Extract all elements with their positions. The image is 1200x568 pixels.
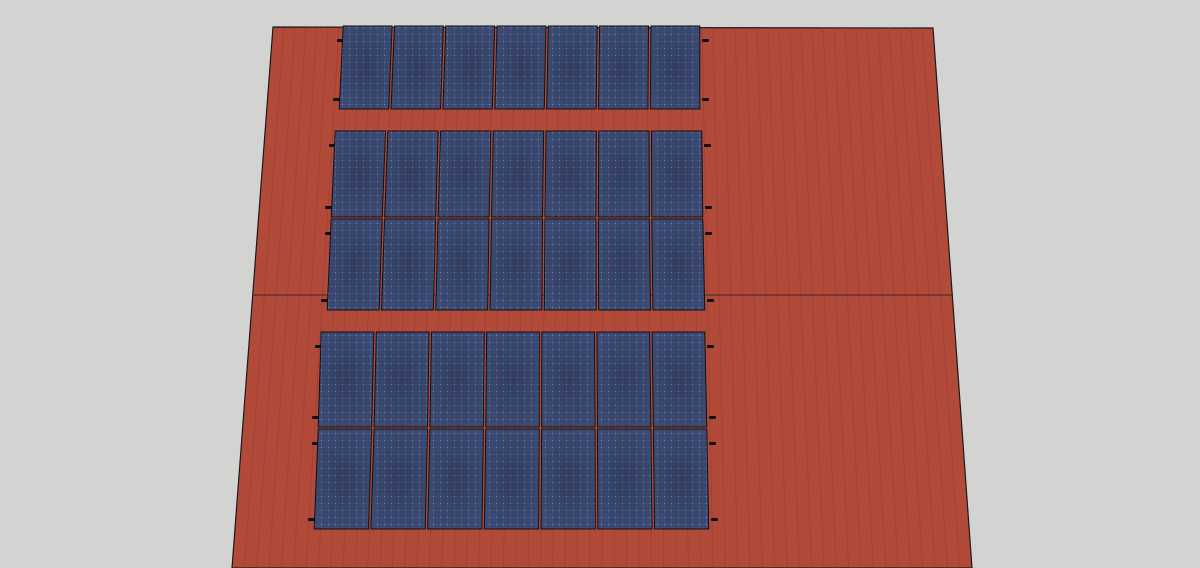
mounting-clamp (312, 416, 319, 419)
panel-shading (374, 332, 430, 427)
3d-viewport[interactable] (0, 0, 1200, 568)
panel-shading (541, 429, 596, 529)
panel-shading (546, 26, 598, 109)
mounting-clamp (707, 345, 714, 348)
panel-shading (651, 131, 703, 217)
mounting-clamp (705, 206, 712, 209)
panel-shading (435, 219, 490, 310)
panel-shading (438, 131, 491, 217)
mounting-clamp (711, 518, 718, 521)
panel-shading (314, 429, 372, 529)
mounting-clamp (707, 299, 714, 302)
roof-model (231, 25, 973, 568)
panel-shading (427, 429, 484, 529)
middle-array (321, 130, 714, 311)
panel-shading (327, 219, 383, 310)
top-array (333, 25, 709, 110)
mounting-clamp (709, 442, 716, 445)
panel-shading (652, 332, 707, 427)
panel-shading (318, 332, 374, 427)
panel-shading (491, 131, 544, 217)
panel-shading (598, 131, 650, 217)
panel-shading (331, 131, 386, 217)
mounting-clamp (702, 98, 709, 101)
panel-shading (391, 26, 444, 109)
mounting-clamp (705, 232, 712, 235)
mounting-clamp (709, 416, 716, 419)
panel-shading (597, 429, 653, 529)
panel-shading (442, 26, 495, 109)
panel-shading (485, 332, 540, 427)
panel-shading (544, 219, 597, 310)
panel-shading (651, 219, 705, 310)
panel-shading (653, 429, 709, 529)
panel-shading (339, 26, 393, 109)
mounting-clamp (308, 518, 315, 521)
panel-shading (429, 332, 485, 427)
panel-shading (598, 219, 651, 310)
panel-shading (381, 219, 436, 310)
bottom-array (308, 331, 718, 530)
panel-shading (650, 26, 700, 109)
panel-shading (484, 429, 540, 529)
mounting-clamp (333, 98, 340, 101)
mounting-clamp (702, 39, 709, 42)
panel-shading (494, 26, 546, 109)
panel-shading (541, 332, 596, 427)
mounting-clamp (704, 144, 711, 147)
panel-shading (596, 332, 651, 427)
panel-shading (490, 219, 543, 310)
solar-arrays (308, 25, 718, 530)
mounting-clamp (325, 206, 332, 209)
panel-shading (370, 429, 428, 529)
mounting-clamp (321, 299, 328, 302)
panel-shading (384, 131, 439, 217)
panel-shading (544, 131, 597, 217)
panel-shading (598, 26, 649, 109)
